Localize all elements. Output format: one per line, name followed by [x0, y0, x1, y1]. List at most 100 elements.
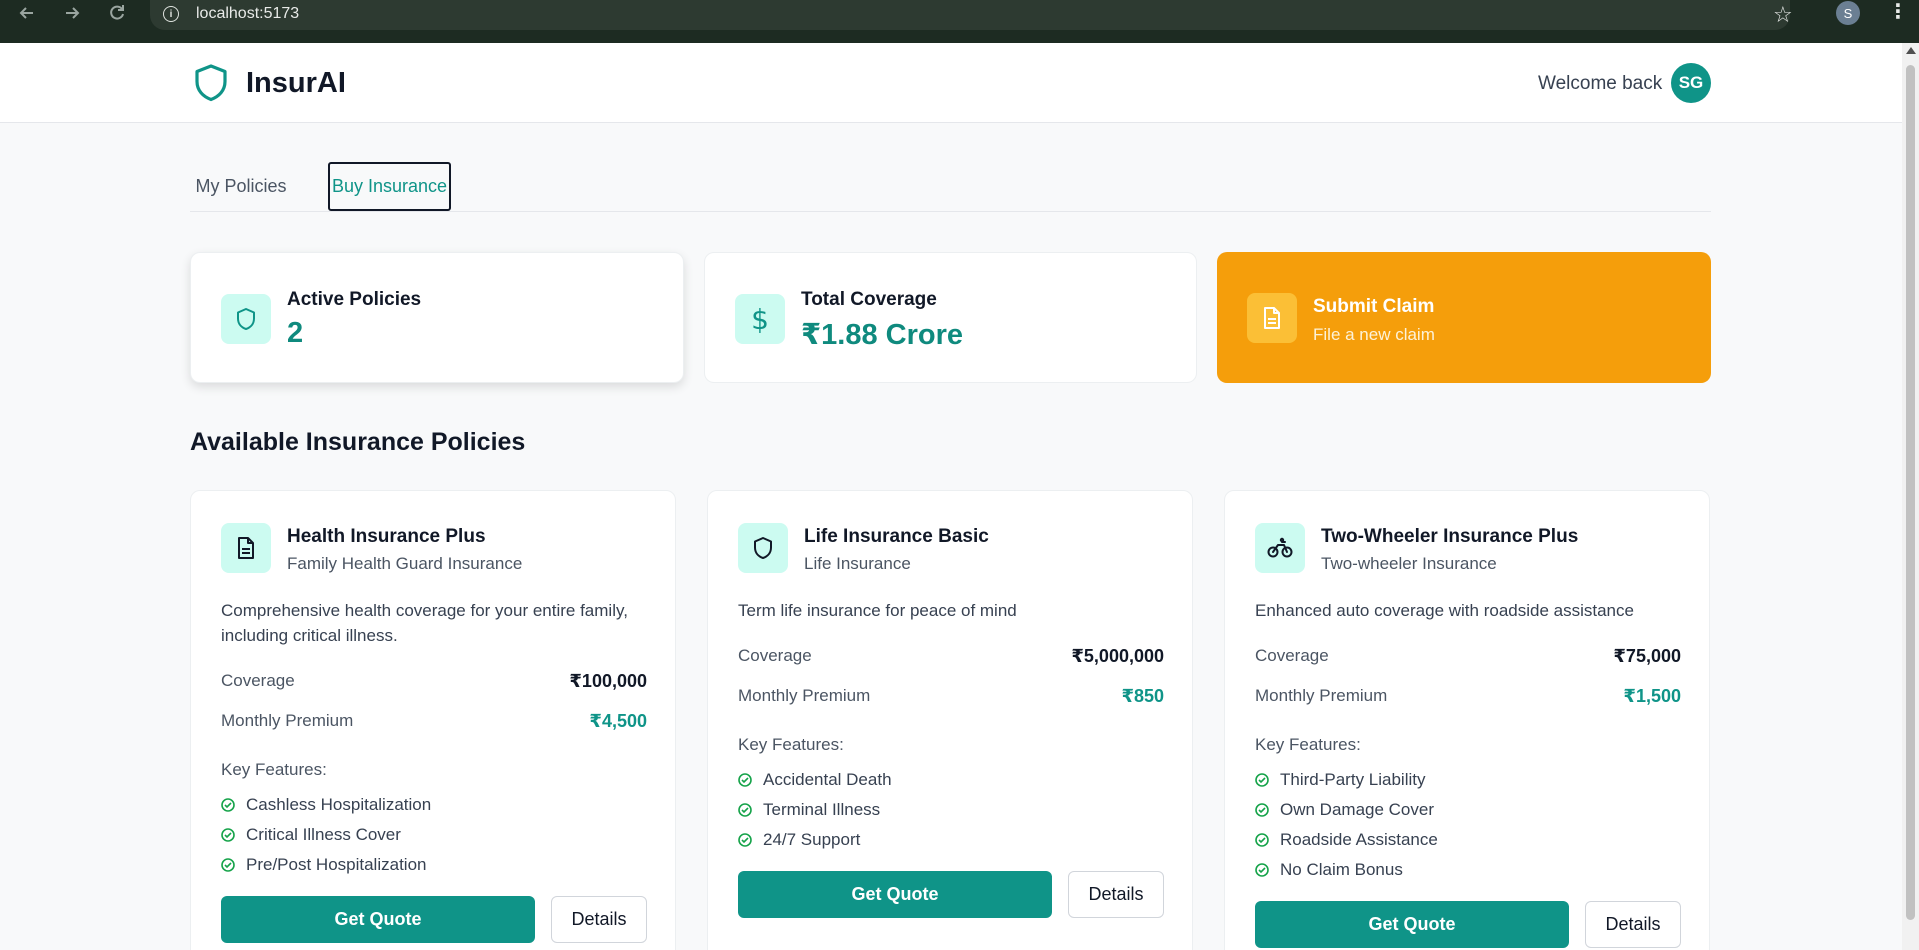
bike-icon	[1255, 523, 1305, 573]
premium-row: Monthly Premium ₹4,500	[221, 711, 647, 735]
check-circle-icon	[221, 828, 235, 842]
check-circle-icon	[1255, 863, 1269, 877]
scrollbar-thumb[interactable]	[1906, 65, 1915, 920]
coverage-row: Coverage ₹75,000	[1255, 646, 1681, 670]
reload-icon[interactable]	[104, 0, 130, 26]
feature-text: Cashless Hospitalization	[246, 795, 432, 814]
premium-label: Monthly Premium	[1255, 686, 1388, 705]
user-avatar[interactable]: SG	[1671, 63, 1711, 103]
check-circle-icon	[1255, 833, 1269, 847]
policy-name: Health Insurance Plus	[287, 526, 486, 547]
premium-value: ₹1,500	[1623, 686, 1681, 706]
section-title: Available Insurance Policies	[190, 428, 526, 456]
policy-type: Two-wheeler Insurance	[1321, 554, 1497, 573]
policy-card-life: Life Insurance Basic Life Insurance Term…	[707, 490, 1193, 950]
shield-icon	[221, 294, 271, 344]
coverage-value: ₹5,000,000	[1071, 646, 1164, 666]
policy-type: Family Health Guard Insurance	[287, 554, 523, 573]
feature-text: Pre/Post Hospitalization	[246, 855, 427, 874]
feature-item: Own Damage Cover	[1255, 798, 1434, 822]
policy-description: Enhanced auto coverage with roadside ass…	[1255, 601, 1634, 620]
tab-my-policies[interactable]: My Policies	[190, 162, 292, 211]
tab-bar: My Policies Buy Insurance	[190, 162, 1711, 212]
feature-item: 24/7 Support	[738, 828, 860, 852]
feature-text: Third-Party Liability	[1280, 770, 1426, 789]
coverage-row: Coverage ₹5,000,000	[738, 646, 1164, 670]
check-circle-icon	[1255, 803, 1269, 817]
forward-icon[interactable]	[59, 0, 85, 26]
feature-item: Critical Illness Cover	[221, 823, 401, 847]
app-header: InsurAI Welcome back SG	[0, 43, 1902, 123]
check-circle-icon	[738, 833, 752, 847]
document-icon	[221, 523, 271, 573]
active-policies-value: 2	[287, 317, 304, 349]
bookmark-star-icon[interactable]: ☆	[1773, 2, 1793, 28]
browser-menu-icon[interactable]: ⋮	[1888, 0, 1908, 24]
feature-item: Cashless Hospitalization	[221, 793, 431, 817]
back-icon[interactable]	[14, 0, 40, 26]
feature-item: Pre/Post Hospitalization	[221, 853, 426, 877]
premium-label: Monthly Premium	[221, 711, 354, 730]
url-text: localhost:5173	[196, 5, 300, 22]
get-quote-button[interactable]: Get Quote	[1255, 901, 1569, 948]
feature-text: 24/7 Support	[763, 830, 861, 849]
active-policies-label: Active Policies	[287, 289, 422, 310]
browser-toolbar: i localhost:5173 ☆ S ⋮	[0, 0, 1919, 43]
shield-logo-icon	[193, 63, 229, 108]
premium-row: Monthly Premium ₹850	[738, 686, 1164, 710]
key-features-label: Key Features:	[738, 735, 844, 754]
feature-text: Roadside Assistance	[1280, 830, 1438, 849]
details-button[interactable]: Details	[1068, 871, 1164, 918]
premium-label: Monthly Premium	[738, 686, 871, 705]
key-features-label: Key Features:	[1255, 735, 1361, 754]
profile-avatar[interactable]: S	[1836, 1, 1860, 25]
submit-claim-title: Submit Claim	[1313, 296, 1435, 317]
feature-item: Third-Party Liability	[1255, 768, 1426, 792]
feature-item: Accidental Death	[738, 768, 892, 792]
premium-value: ₹4,500	[589, 711, 647, 731]
welcome-text: Welcome back	[1538, 73, 1663, 94]
details-button[interactable]: Details	[551, 896, 647, 943]
policy-name: Two-Wheeler Insurance Plus	[1321, 526, 1579, 547]
dollar-icon: $	[735, 294, 785, 344]
get-quote-button[interactable]: Get Quote	[221, 896, 535, 943]
tab-buy-insurance[interactable]: Buy Insurance	[328, 162, 451, 211]
submit-claim-card[interactable]: Submit Claim File a new claim	[1217, 252, 1711, 383]
total-coverage-card: $ Total Coverage ₹1.88 Crore	[704, 252, 1197, 383]
address-bar[interactable]: i localhost:5173	[150, 0, 1790, 30]
policy-description: Term life insurance for peace of mind	[738, 601, 1017, 620]
feature-text: No Claim Bonus	[1280, 860, 1403, 879]
get-quote-button[interactable]: Get Quote	[738, 871, 1052, 918]
feature-item: Terminal Illness	[738, 798, 880, 822]
feature-text: Terminal Illness	[763, 800, 881, 819]
page-scrollbar[interactable]	[1902, 43, 1919, 950]
feature-text: Own Damage Cover	[1280, 800, 1435, 819]
feature-text: Critical Illness Cover	[246, 825, 401, 844]
feature-text: Accidental Death	[763, 770, 892, 789]
submit-claim-subtitle: File a new claim	[1313, 325, 1435, 344]
document-icon	[1247, 293, 1297, 343]
policy-card-two-wheeler: Two-Wheeler Insurance Plus Two-wheeler I…	[1224, 490, 1710, 950]
check-circle-icon	[738, 773, 752, 787]
policy-type: Life Insurance	[804, 554, 911, 573]
coverage-value: ₹75,000	[1613, 646, 1681, 666]
total-coverage-value: ₹1.88 Crore	[801, 319, 964, 351]
policy-card-health: Health Insurance Plus Family Health Guar…	[190, 490, 676, 950]
total-coverage-label: Total Coverage	[801, 289, 937, 310]
active-policies-card: Active Policies 2	[190, 252, 684, 383]
shield-icon	[738, 523, 788, 573]
key-features-label: Key Features:	[221, 760, 327, 779]
coverage-value: ₹100,000	[569, 671, 647, 691]
coverage-label: Coverage	[221, 671, 295, 690]
site-info-icon[interactable]: i	[163, 6, 179, 22]
scroll-up-arrow-icon[interactable]	[1906, 47, 1916, 54]
check-circle-icon	[221, 858, 235, 872]
premium-value: ₹850	[1121, 686, 1164, 706]
coverage-row: Coverage ₹100,000	[221, 671, 647, 695]
check-circle-icon	[1255, 773, 1269, 787]
coverage-label: Coverage	[738, 646, 812, 665]
coverage-label: Coverage	[1255, 646, 1329, 665]
details-button[interactable]: Details	[1585, 901, 1681, 948]
feature-item: Roadside Assistance	[1255, 828, 1438, 852]
brand-name: InsurAI	[246, 67, 346, 99]
